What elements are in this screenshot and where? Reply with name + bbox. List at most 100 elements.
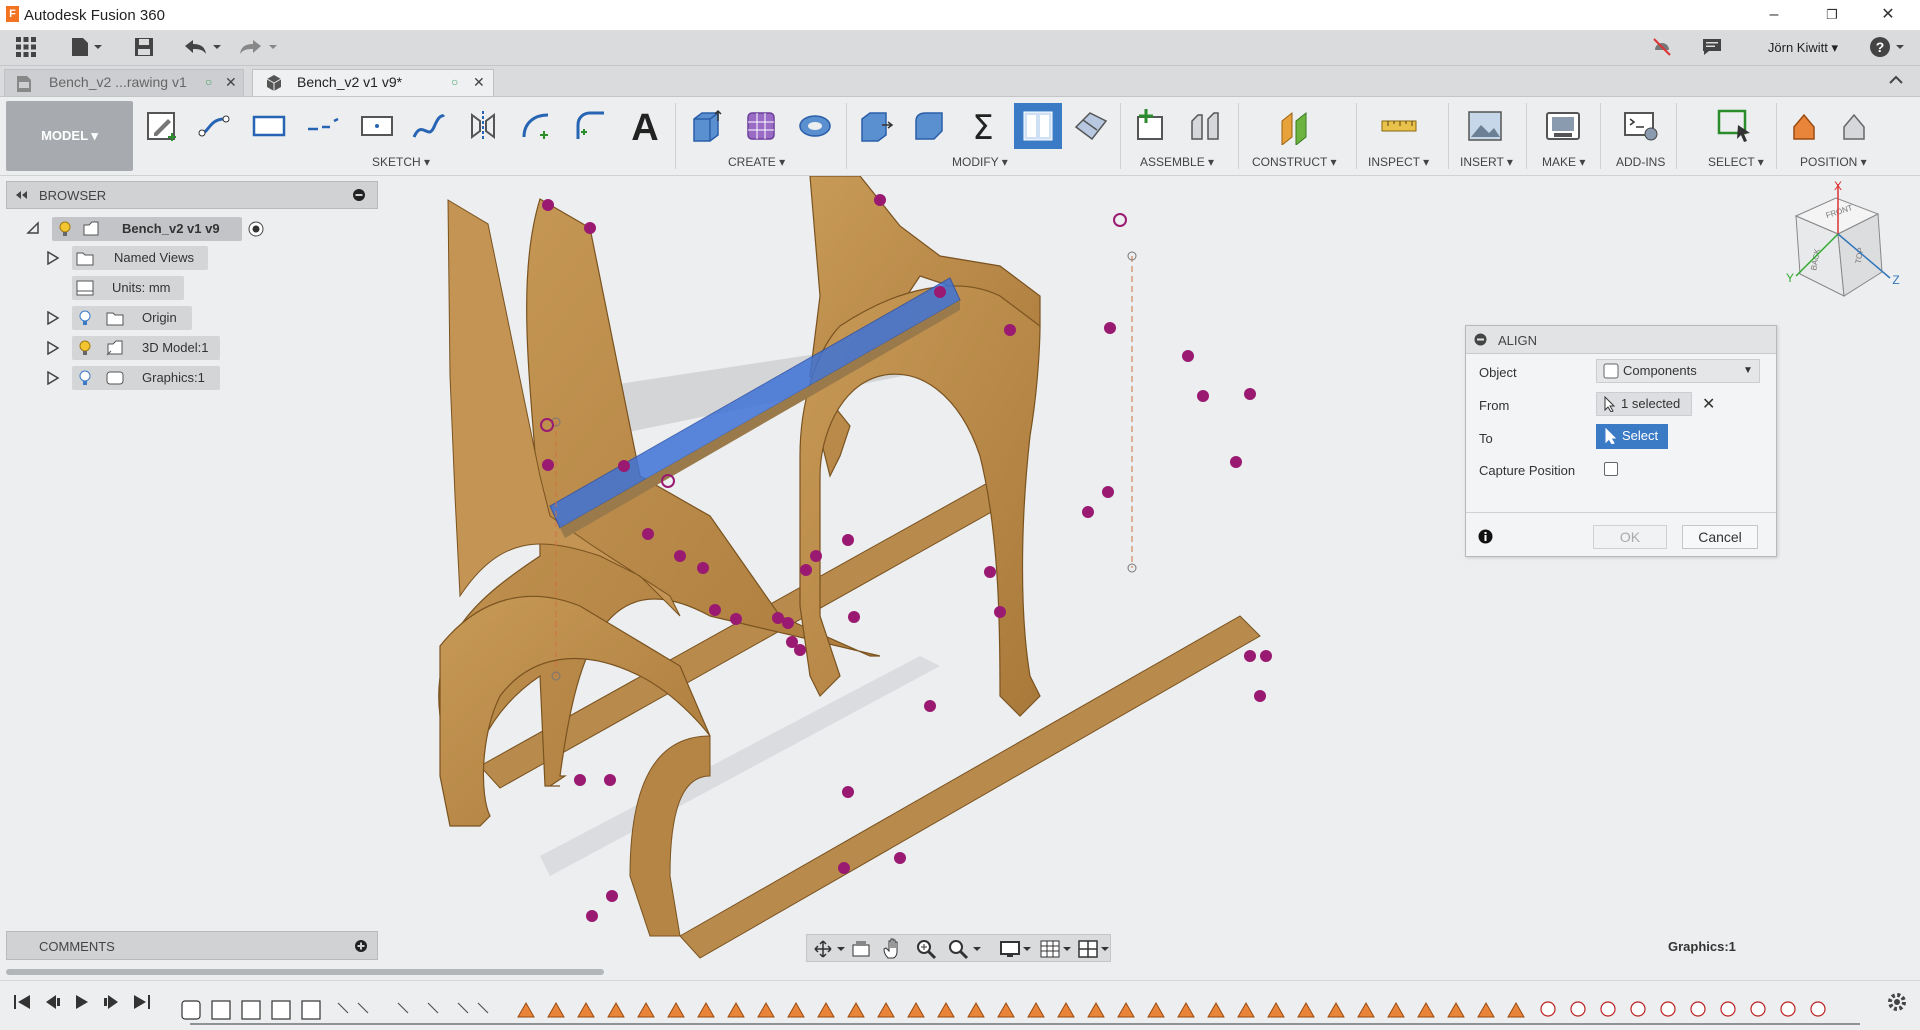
tree-item-3d-model[interactable]: 3D Model:1 <box>46 336 246 360</box>
select-menu[interactable]: SELECT ▾ <box>1708 155 1764 169</box>
from-selection-chip[interactable]: 1 selected <box>1596 392 1692 416</box>
mirror-icon[interactable] <box>464 107 502 145</box>
tree-item-label[interactable]: 3D Model:1 <box>72 336 220 360</box>
browser-panel-header[interactable]: BROWSER <box>6 181 378 209</box>
slot-icon[interactable] <box>358 107 396 145</box>
ok-button[interactable]: OK <box>1593 525 1667 549</box>
timeline-features[interactable] <box>178 987 1878 1023</box>
tree-item-label[interactable]: Graphics:1 <box>72 366 220 390</box>
extrude-icon[interactable] <box>688 107 726 145</box>
add-comment-icon[interactable] <box>355 940 367 955</box>
add-ins-menu[interactable]: ADD-INS <box>1616 155 1665 169</box>
canvas-viewport[interactable] <box>380 176 1920 962</box>
comments-panel-header[interactable]: COMMENTS <box>6 931 378 960</box>
display-settings-icon[interactable] <box>999 939 1033 962</box>
info-icon[interactable] <box>1478 529 1493 547</box>
offline-status-icon[interactable] <box>1650 36 1674 60</box>
visibility-bulb-icon[interactable] <box>58 221 72 240</box>
create-sketch-icon[interactable] <box>144 107 182 145</box>
play-icon[interactable] <box>72 993 92 1014</box>
expand-arrow-icon[interactable] <box>46 250 60 266</box>
save-icon[interactable] <box>132 36 156 60</box>
capture-position-icon[interactable] <box>1790 107 1828 145</box>
lower-rail-front[interactable] <box>679 615 1261 959</box>
assemble-menu[interactable]: ASSEMBLE ▾ <box>1140 155 1214 169</box>
timeline-settings-gear-icon[interactable] <box>1886 991 1908 1016</box>
visibility-bulb-icon[interactable] <box>78 310 92 329</box>
tree-item-units[interactable]: Units: mm <box>72 276 272 300</box>
measure-icon[interactable] <box>1380 107 1418 145</box>
tree-item-named-views[interactable]: Named Views <box>46 246 246 270</box>
press-pull-icon[interactable] <box>856 107 894 145</box>
step-forward-icon[interactable] <box>102 993 122 1014</box>
collapse-dialog-icon[interactable] <box>1474 333 1487 349</box>
clear-selection-icon[interactable]: ✕ <box>1702 394 1715 414</box>
step-back-icon[interactable] <box>42 993 62 1014</box>
capture-position-checkbox[interactable] <box>1604 462 1618 476</box>
left-leg-front[interactable] <box>629 735 711 937</box>
tab-close-icon[interactable]: ✕ <box>473 70 485 95</box>
go-to-end-icon[interactable] <box>132 993 152 1014</box>
fillet-icon[interactable] <box>910 107 948 145</box>
pan-hand-icon[interactable] <box>883 938 903 963</box>
restore-button[interactable]: ❐ <box>1804 0 1860 30</box>
3d-print-icon[interactable] <box>1544 107 1582 145</box>
line-icon[interactable] <box>196 107 234 145</box>
rectangle-icon[interactable] <box>250 107 288 145</box>
new-component-icon[interactable] <box>1132 107 1170 145</box>
tab-drawing[interactable]: Bench_v2 ...rawing v1 ○ ✕ <box>4 69 244 96</box>
help-icon[interactable]: ? <box>1868 35 1912 59</box>
fillet-sketch-icon[interactable] <box>570 107 608 145</box>
browser-options-icon[interactable] <box>353 189 365 204</box>
insert-menu[interactable]: INSERT ▾ <box>1460 155 1513 169</box>
offset-plane-icon[interactable] <box>1276 107 1314 147</box>
modify-menu[interactable]: MODIFY ▾ <box>952 155 1008 169</box>
compute-all-icon[interactable]: Σ <box>964 107 1002 148</box>
to-select-button[interactable]: Select <box>1596 424 1668 449</box>
visibility-bulb-icon[interactable] <box>78 370 92 389</box>
expand-arrow-icon[interactable] <box>46 340 60 356</box>
scripts-addins-icon[interactable] <box>1622 107 1660 145</box>
minimize-button[interactable]: – <box>1746 0 1802 30</box>
make-menu[interactable]: MAKE ▾ <box>1542 155 1585 169</box>
align-dialog-header[interactable]: ALIGN <box>1466 326 1776 354</box>
workspace-switcher[interactable]: MODEL ▾ <box>6 101 133 171</box>
undo-icon[interactable] <box>180 36 224 60</box>
root-label[interactable]: Bench_v2 v1 v9 <box>52 217 242 241</box>
revolve-icon[interactable] <box>796 107 834 145</box>
text-icon[interactable]: A <box>626 107 664 149</box>
fit-zoom-icon[interactable] <box>947 938 983 963</box>
position-menu[interactable]: POSITION ▾ <box>1800 155 1867 169</box>
zoom-icon[interactable] <box>915 938 937 963</box>
viewports-icon[interactable] <box>1077 939 1111 962</box>
spline-icon[interactable] <box>410 107 448 145</box>
horizontal-scrollbar[interactable] <box>6 967 1910 977</box>
close-button[interactable]: ✕ <box>1860 0 1916 30</box>
construct-menu[interactable]: CONSTRUCT ▾ <box>1252 155 1336 169</box>
root-collapse-icon[interactable] <box>26 221 40 238</box>
orbit-icon[interactable] <box>813 939 847 962</box>
sketch-menu[interactable]: SKETCH ▾ <box>372 155 430 169</box>
expand-arrow-icon[interactable] <box>46 310 60 326</box>
look-at-icon[interactable] <box>851 939 871 962</box>
tree-item-graphics[interactable]: Graphics:1 <box>46 366 246 390</box>
user-account-menu[interactable]: Jörn Kiwitt ▾ <box>1768 40 1838 56</box>
grid-settings-icon[interactable] <box>1039 939 1073 962</box>
cancel-button[interactable]: Cancel <box>1682 525 1758 549</box>
go-to-start-icon[interactable] <box>12 993 32 1014</box>
file-menu-icon[interactable] <box>68 36 104 60</box>
activate-radio-icon[interactable] <box>248 221 264 240</box>
data-panel-grid-icon[interactable] <box>14 36 38 60</box>
joint-icon[interactable] <box>1186 107 1224 145</box>
visibility-bulb-icon[interactable] <box>78 340 92 359</box>
insert-canvas-icon[interactable] <box>1466 107 1504 145</box>
tree-item-origin[interactable]: Origin <box>46 306 246 330</box>
viewcube[interactable]: FRONT BACK TOP X Y Z <box>1778 178 1908 298</box>
tab-close-icon[interactable]: ✕ <box>225 70 237 95</box>
inspect-menu[interactable]: INSPECT ▾ <box>1368 155 1429 169</box>
form-icon[interactable] <box>742 107 780 145</box>
create-menu[interactable]: CREATE ▾ <box>728 155 785 169</box>
split-face-icon[interactable] <box>1072 107 1110 145</box>
arc-icon[interactable] <box>518 107 556 145</box>
expand-arrow-icon[interactable] <box>46 370 60 386</box>
